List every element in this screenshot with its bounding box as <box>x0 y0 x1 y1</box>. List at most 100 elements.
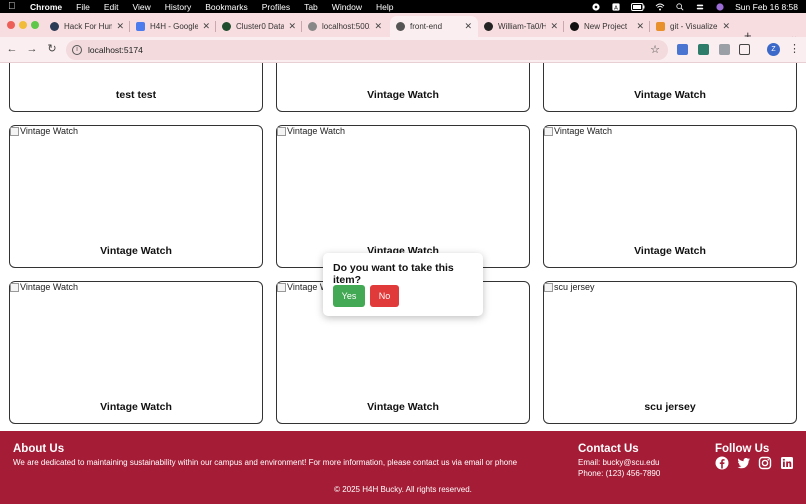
extension-grid-icon[interactable] <box>719 44 730 55</box>
item-image: scu jersey <box>544 282 595 292</box>
item-card[interactable]: Vintage Watch Vintage Watch <box>543 125 797 268</box>
item-image-alt: Vintage Watch <box>20 126 79 136</box>
close-tab-icon[interactable]: ✕ <box>202 21 210 32</box>
broken-image-icon <box>10 282 19 292</box>
copyright-text: © 2025 H4H Bucky. All rights reserved. <box>334 485 472 494</box>
close-tab-icon[interactable]: ✕ <box>374 21 382 32</box>
linkedin-icon[interactable] <box>780 456 794 470</box>
menu-app-name[interactable]: Chrome <box>30 2 62 12</box>
tab-cluster0-data[interactable]: Cluster0 Data ✕ <box>216 16 302 37</box>
close-tab-icon[interactable]: ✕ <box>288 21 296 32</box>
extensions-puzzle-icon[interactable] <box>739 44 750 55</box>
translate-extension-icon[interactable] <box>677 44 688 55</box>
chrome-menu-icon[interactable]: ⋮ <box>789 42 800 55</box>
screen-record-icon[interactable] <box>591 2 601 11</box>
contact-us-heading: Contact Us <box>578 443 639 455</box>
github-icon <box>484 22 493 31</box>
browser-toolbar: ← → ↻ i localhost:5174 ☆ Z ⋮ <box>0 37 806 63</box>
apple-icon[interactable]:  <box>8 1 18 12</box>
bookmark-star-icon[interactable]: ☆ <box>650 43 660 56</box>
dialog-question: Do you want to take this item? <box>333 262 454 286</box>
stackoverflow-icon <box>656 22 665 31</box>
control-center-icon[interactable] <box>695 3 705 11</box>
maximize-window-icon[interactable] <box>31 21 39 29</box>
siri-icon[interactable] <box>715 2 725 11</box>
menu-tab[interactable]: Tab <box>304 2 318 12</box>
menu-bookmarks[interactable]: Bookmarks <box>205 2 248 12</box>
tab-label: New Project <box>584 22 628 31</box>
address-url[interactable]: localhost:5174 <box>88 45 143 55</box>
close-window-icon[interactable] <box>7 21 15 29</box>
menu-help[interactable]: Help <box>376 2 393 12</box>
about-us-text: We are dedicated to maintaining sustaina… <box>13 458 518 467</box>
menu-history[interactable]: History <box>165 2 191 12</box>
broken-image-icon <box>277 282 286 292</box>
about-us-heading: About Us <box>13 443 65 455</box>
page-content: test test Vintage Watch Vintage Watch Vi… <box>0 63 806 431</box>
tab-front-end[interactable]: front-end ✕ <box>390 16 478 37</box>
item-card[interactable]: Vintage Watch Vintage Watch <box>9 125 263 268</box>
tab-localhost-5001[interactable]: localhost:5001 ✕ <box>302 16 388 37</box>
item-image-alt: Vintage Watch <box>20 282 79 292</box>
close-tab-icon[interactable]: ✕ <box>116 21 124 32</box>
item-card[interactable]: test test <box>9 63 263 112</box>
twitter-icon[interactable] <box>737 456 751 470</box>
tab-h4h-google-doc[interactable]: H4H - Google D ✕ <box>130 16 216 37</box>
menu-view[interactable]: View <box>132 2 150 12</box>
item-title: Vintage Watch <box>367 89 439 101</box>
tab-label: front-end <box>410 22 443 31</box>
yes-button[interactable]: Yes <box>333 285 365 307</box>
tab-label: Hack For Huma <box>64 22 113 31</box>
extension-leaf-icon[interactable] <box>698 44 709 55</box>
item-title: scu jersey <box>644 401 696 413</box>
tab-hack-for-humanity[interactable]: Hack For Huma ✕ <box>44 16 130 37</box>
battery-icon[interactable] <box>631 2 645 11</box>
forward-arrow-icon[interactable]: → <box>26 43 38 55</box>
contact-email: Email: bucky@scu.edu <box>578 458 660 467</box>
close-tab-icon[interactable]: ✕ <box>636 21 644 32</box>
item-card[interactable]: Vintage Watch <box>543 63 797 112</box>
svg-text:A: A <box>614 5 618 11</box>
close-tab-icon[interactable]: ✕ <box>550 21 558 32</box>
item-title: Vintage Watch <box>367 401 439 413</box>
no-button[interactable]: No <box>370 285 399 307</box>
item-card[interactable]: Vintage Watch Vintage Watch <box>276 125 530 268</box>
close-tab-icon[interactable]: ✕ <box>464 21 472 32</box>
close-tab-icon[interactable]: ✕ <box>722 21 730 32</box>
menu-profiles[interactable]: Profiles <box>262 2 290 12</box>
wifi-icon[interactable] <box>655 3 665 11</box>
item-image-alt: Vintage Watch <box>554 126 613 136</box>
reload-icon[interactable]: ↻ <box>46 43 58 55</box>
item-card[interactable]: Vintage Watch Vintage Watch <box>9 281 263 424</box>
instagram-icon[interactable] <box>758 456 772 470</box>
broken-image-icon <box>544 126 553 136</box>
tab-new-project[interactable]: New Project ✕ <box>564 16 650 37</box>
tab-github-repo[interactable]: William-Ta0/H4 ✕ <box>478 16 564 37</box>
minimize-window-icon[interactable] <box>19 21 27 29</box>
google-docs-icon <box>136 22 145 31</box>
menu-file[interactable]: File <box>76 2 90 12</box>
site-footer: About Us We are dedicated to maintaining… <box>0 431 806 504</box>
facebook-icon[interactable] <box>715 456 729 470</box>
search-icon[interactable] <box>675 2 685 11</box>
item-title: Vintage Watch <box>634 245 706 257</box>
profile-avatar[interactable]: Z <box>767 43 780 56</box>
item-card[interactable]: Vintage Watch <box>276 63 530 112</box>
item-card[interactable]: scu jersey scu jersey <box>543 281 797 424</box>
tab-label: H4H - Google D <box>150 22 199 31</box>
menu-edit[interactable]: Edit <box>104 2 119 12</box>
menu-clock[interactable]: Sun Feb 16 8:58 <box>735 2 798 12</box>
site-info-icon[interactable]: i <box>72 45 82 55</box>
menu-window[interactable]: Window <box>332 2 362 12</box>
globe-icon <box>396 22 405 31</box>
broken-image-icon <box>544 282 553 292</box>
item-title: Vintage Watch <box>100 401 172 413</box>
address-bar[interactable]: i localhost:5174 ☆ <box>66 40 668 60</box>
tab-label: localhost:5001 <box>322 22 371 31</box>
tab-git-visualize[interactable]: git - Visualize ✕ <box>650 16 736 37</box>
input-source-icon[interactable]: A <box>611 2 621 11</box>
broken-image-icon <box>10 126 19 136</box>
item-image-alt: Vintage Watch <box>287 126 346 136</box>
back-arrow-icon[interactable]: ← <box>6 43 18 55</box>
tab-favicon <box>50 22 59 31</box>
